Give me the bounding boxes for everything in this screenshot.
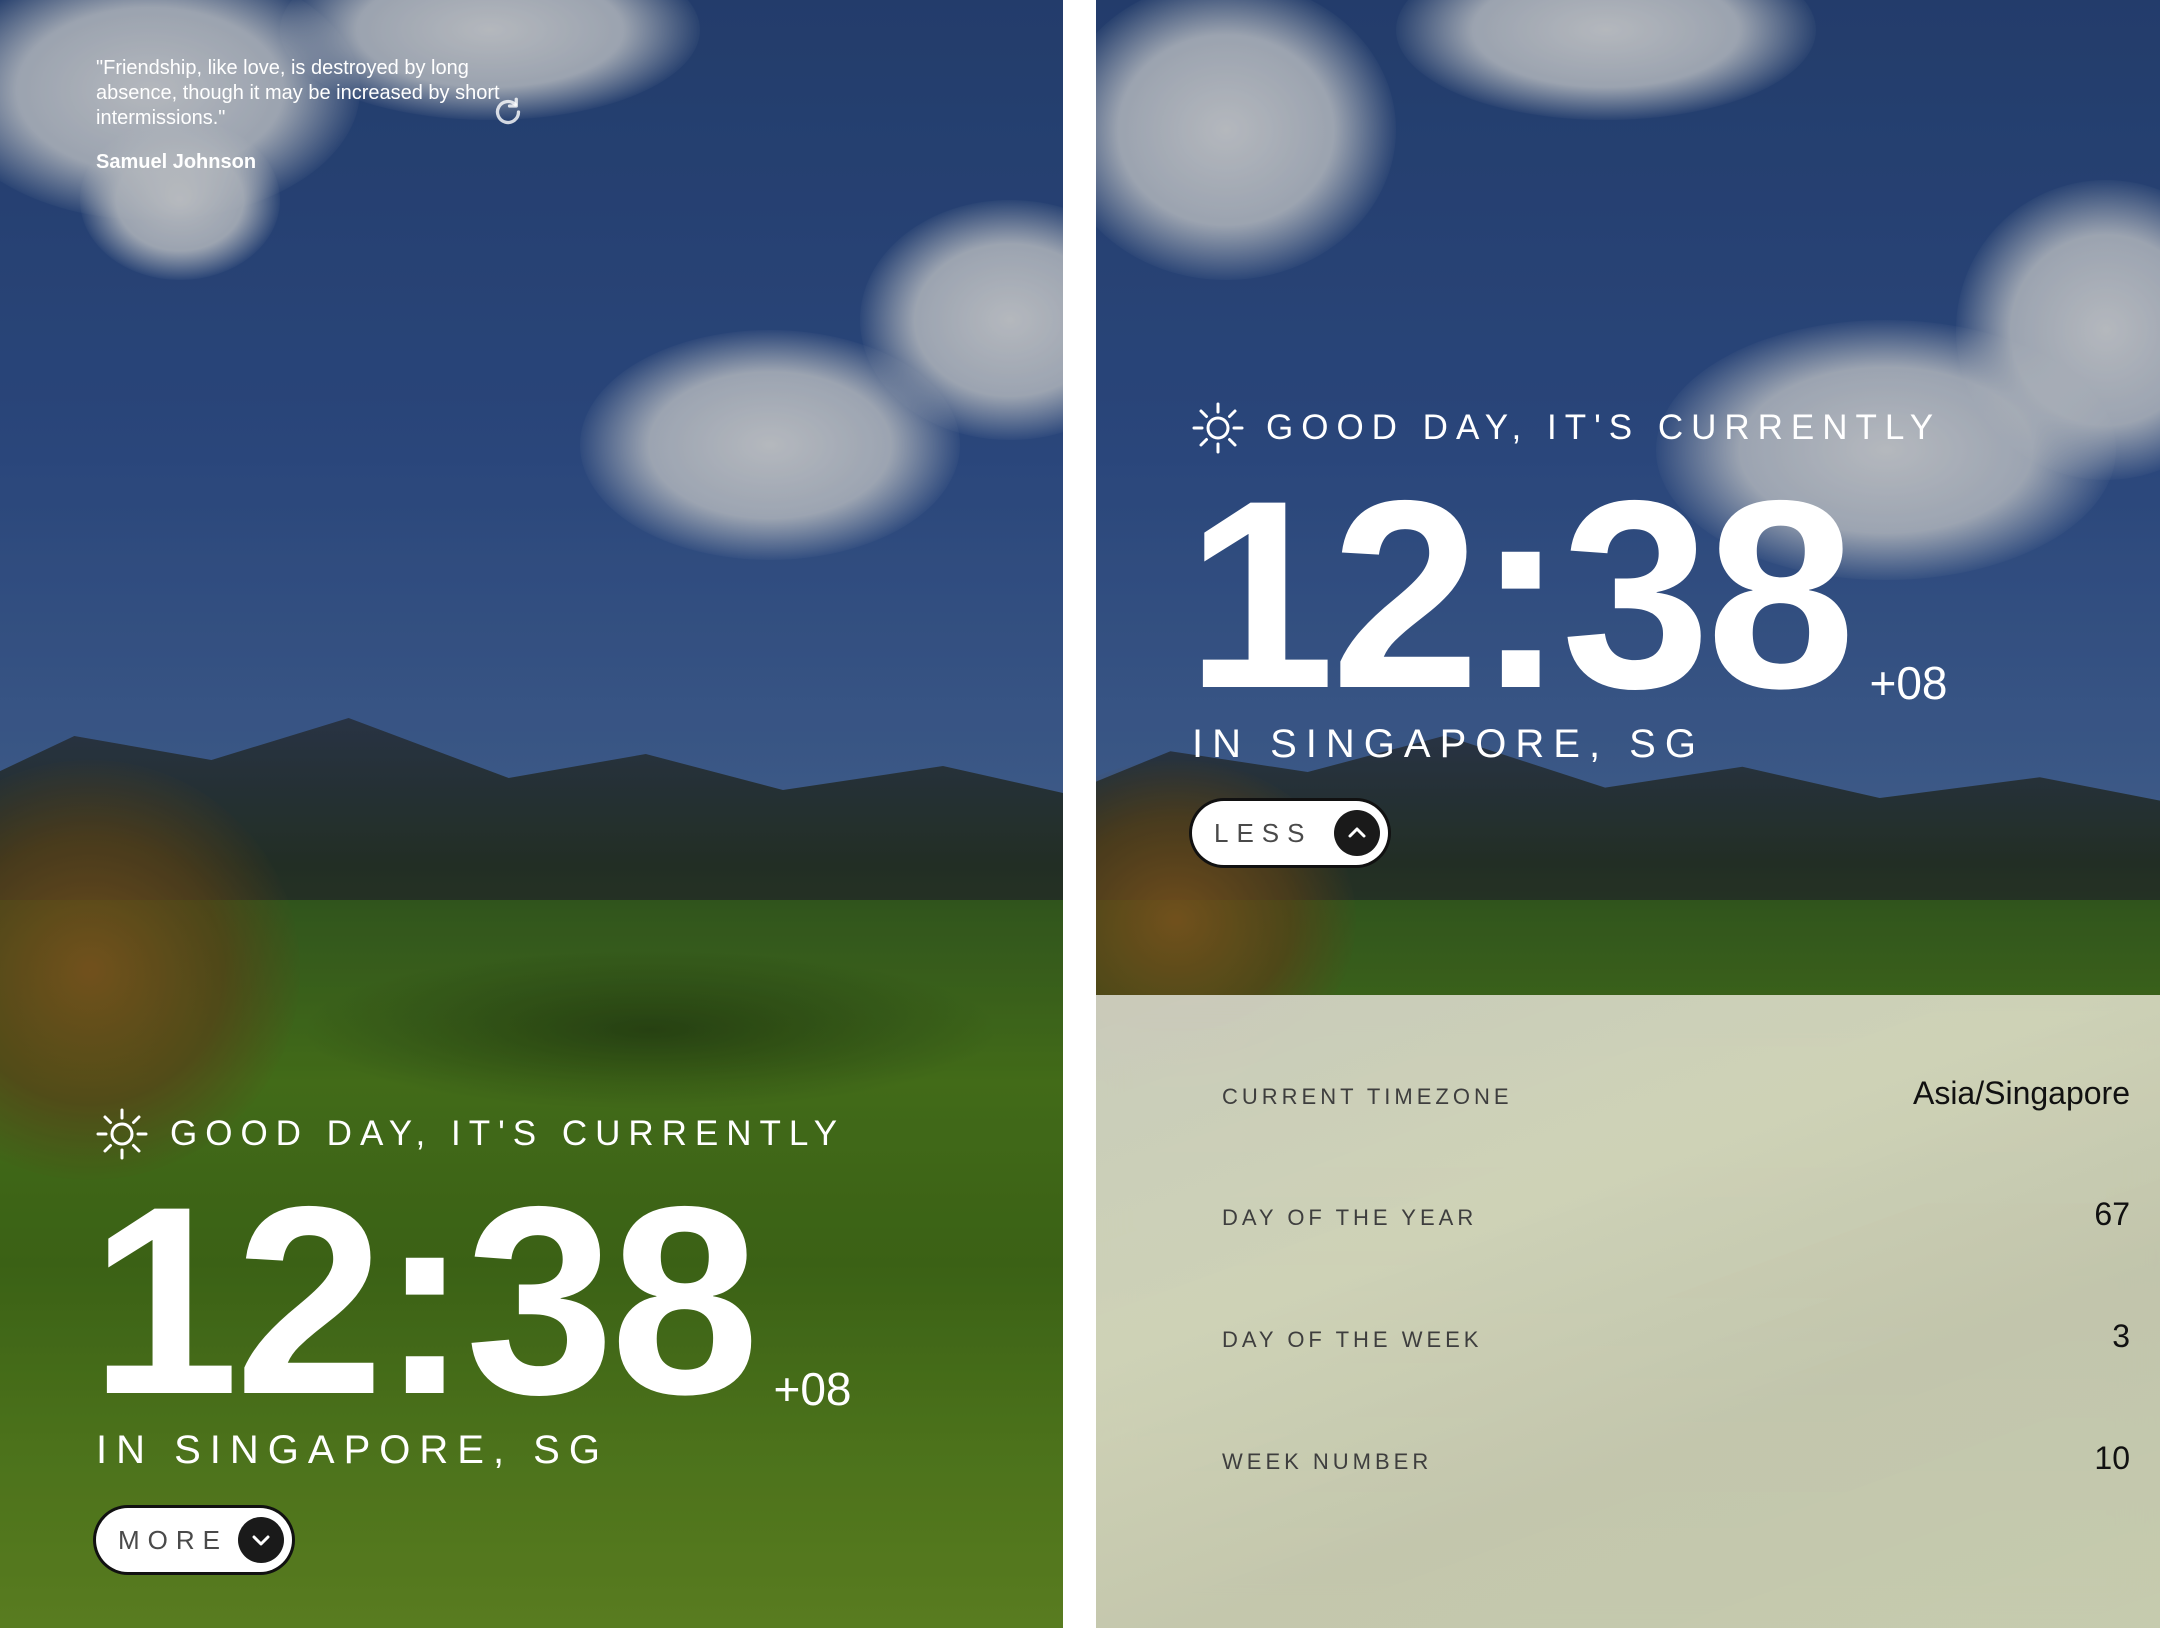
detail-row-week-number: WEEK NUMBER 10 xyxy=(1222,1440,2130,1477)
detail-label: DAY OF THE WEEK xyxy=(1222,1327,1483,1352)
chevron-down-icon xyxy=(238,1517,284,1563)
clock-view-expanded: GOOD DAY, IT'S CURRENTLY 12:38 +08 IN SI… xyxy=(1096,0,2160,1628)
detail-label: CURRENT TIMEZONE xyxy=(1222,1084,1513,1109)
utc-offset: +08 xyxy=(1869,657,1948,709)
utc-offset: +08 xyxy=(773,1363,852,1415)
greeting-text: GOOD DAY, IT'S CURRENTLY xyxy=(170,1114,846,1153)
less-button-label: LESS xyxy=(1214,817,1313,848)
detail-row-day-of-year: DAY OF THE YEAR 67 xyxy=(1222,1196,2130,1233)
quote-author: Samuel Johnson xyxy=(96,151,257,173)
details-panel: CURRENT TIMEZONE Asia/Singapore DAY OF T… xyxy=(1096,995,2160,1628)
greeting-text: GOOD DAY, IT'S CURRENTLY xyxy=(1266,408,1942,447)
detail-label: DAY OF THE YEAR xyxy=(1222,1205,1478,1230)
more-button-label: MORE xyxy=(118,1524,228,1555)
clock-view-collapsed: "Friendship, like love, is destroyed by … xyxy=(0,0,1063,1628)
current-time: 12:38 xyxy=(90,1150,759,1450)
detail-value: 10 xyxy=(2094,1440,2130,1476)
detail-value: 67 xyxy=(2094,1196,2130,1232)
location: IN SINGAPORE, SG xyxy=(1192,722,1705,766)
chevron-up-icon xyxy=(1334,810,1380,856)
refresh-icon xyxy=(495,97,521,125)
time-row: 12:38 +08 xyxy=(1186,460,1947,728)
quote-text: "Friendship, like love, is destroyed by … xyxy=(96,57,500,129)
more-button[interactable]: MORE xyxy=(96,1508,292,1572)
less-button[interactable]: LESS xyxy=(1192,801,1388,865)
detail-value: 3 xyxy=(2112,1318,2130,1354)
location: IN SINGAPORE, SG xyxy=(96,1428,609,1472)
quote-block: "Friendship, like love, is destroyed by … xyxy=(96,56,536,174)
detail-label: WEEK NUMBER xyxy=(1222,1449,1433,1474)
refresh-quote-button[interactable] xyxy=(490,94,526,130)
detail-row-timezone: CURRENT TIMEZONE Asia/Singapore xyxy=(1222,1075,2130,1112)
detail-row-day-of-week: DAY OF THE WEEK 3 xyxy=(1222,1318,2130,1355)
current-time: 12:38 xyxy=(1186,444,1855,744)
detail-value: Asia/Singapore xyxy=(1912,1075,2130,1111)
time-row: 12:38 +08 xyxy=(90,1166,851,1434)
